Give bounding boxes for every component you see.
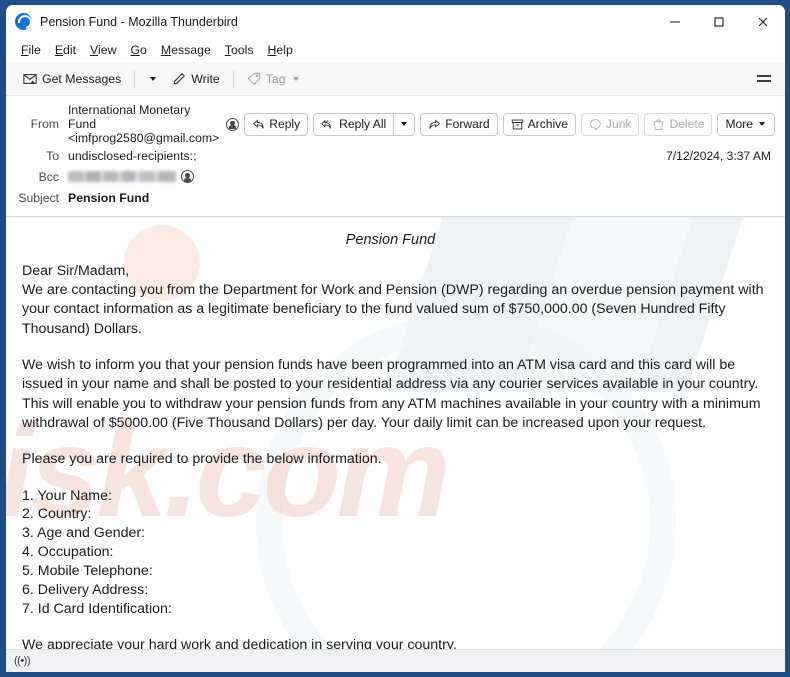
reply-all-icon (321, 118, 335, 131)
maximize-icon[interactable] (697, 5, 741, 38)
chevron-down-icon (292, 76, 299, 81)
delete-button: Delete (644, 112, 713, 136)
body-paragraph-2: We wish to inform you that your pension … (22, 356, 761, 431)
get-messages-icon (23, 72, 37, 86)
header-row-from: From International Monetary Fund <imfpro… (16, 103, 775, 145)
get-messages-dropdown[interactable] (141, 73, 165, 85)
reply-all-button[interactable]: Reply All (313, 112, 394, 136)
body-paragraph-4: We appreciate your hard work and dedicat… (22, 637, 457, 649)
menu-view[interactable]: View (83, 41, 123, 59)
list-item: 6. Delivery Address: (22, 582, 149, 599)
list-item: 7. Id Card Identification: (22, 601, 172, 618)
minimize-icon[interactable] (653, 5, 697, 38)
forward-button[interactable]: Forward (420, 112, 498, 136)
menu-tools[interactable]: Tools (218, 41, 261, 59)
body-salutation: Dear Sir/Madam, (22, 262, 130, 279)
archive-label: Archive (527, 117, 568, 131)
chevron-down-icon (150, 76, 157, 81)
from-label: From (30, 117, 59, 131)
menu-bar: File Edit View Go Message Tools Help (6, 38, 785, 62)
requested-information-list: 1. Your Name: 2. Country: 3. Age and Gen… (22, 487, 769, 620)
get-messages-label: Get Messages (42, 71, 122, 86)
close-icon[interactable] (741, 5, 785, 38)
trash-icon (652, 118, 665, 131)
reply-icon (252, 118, 265, 131)
list-item: 5. Mobile Telephone: (22, 563, 153, 580)
archive-icon (511, 118, 524, 131)
hamburger-menu-icon[interactable] (749, 70, 779, 87)
header-row-to: To undisclosed-recipients:; 7/12/2024, 3… (16, 145, 775, 166)
tag-label: Tag (265, 71, 286, 86)
message-body: isk.com Pension Fund Dear Sir/Madam, We … (6, 217, 785, 649)
body-paragraph-1: We are contacting you from the Departmen… (22, 282, 764, 337)
thunderbird-logo-icon (15, 13, 32, 30)
contact-avatar-icon[interactable] (226, 117, 240, 131)
subject-label: Subject (18, 190, 59, 205)
forward-icon (428, 118, 441, 131)
header-row-bcc: Bcc (16, 166, 775, 187)
toolbar-separator (232, 69, 234, 88)
delete-label: Delete (669, 117, 705, 131)
tag-icon (247, 72, 261, 86)
body-paragraph-3: Please you are required to provide the b… (22, 451, 382, 468)
menu-message[interactable]: Message (154, 41, 218, 59)
broadcast-icon[interactable]: ((•)) (14, 655, 31, 667)
reply-button[interactable]: Reply (244, 112, 309, 136)
reply-label: Reply (269, 117, 301, 131)
junk-label: Junk (605, 117, 632, 131)
forward-label: Forward (445, 117, 490, 131)
main-toolbar: Get Messages Write Tag (6, 62, 785, 96)
message-date: 7/12/2024, 3:37 AM (666, 148, 771, 163)
subject-value: Pension Fund (68, 190, 150, 205)
reply-all-dropdown[interactable] (393, 112, 416, 136)
more-label: More (725, 117, 753, 131)
toolbar-separator (134, 69, 136, 88)
menu-edit[interactable]: Edit (48, 41, 83, 59)
reply-all-label: Reply All (339, 117, 387, 131)
menu-go[interactable]: Go (123, 41, 153, 59)
list-item: 3. Age and Gender: (22, 525, 146, 542)
status-bar: ((•)) (6, 649, 785, 672)
junk-icon (589, 118, 602, 131)
window-controls (653, 5, 785, 38)
write-button[interactable]: Write (165, 68, 226, 90)
list-item: 4. Occupation: (22, 544, 114, 561)
list-item: 1. Your Name: (22, 487, 112, 504)
chevron-down-icon (401, 122, 408, 126)
menu-help[interactable]: Help (261, 41, 300, 59)
archive-button[interactable]: Archive (502, 112, 576, 136)
body-title: Pension Fund (345, 232, 436, 248)
contact-avatar-icon[interactable] (181, 170, 194, 183)
message-action-buttons: Reply Reply All Forward Archive Junk Del… (239, 112, 775, 136)
more-button[interactable]: More (717, 112, 775, 136)
bcc-value-group (68, 170, 194, 183)
window-client-area: Pension Fund - Mozilla Thunderbird File … (6, 5, 785, 672)
message-header: From International Monetary Fund <imfpro… (6, 96, 785, 217)
header-row-subject: Subject Pension Fund (16, 187, 775, 208)
title-bar: Pension Fund - Mozilla Thunderbird (6, 5, 785, 38)
from-value[interactable]: International Monetary Fund <imfprog2580… (68, 103, 221, 145)
write-label: Write (191, 71, 220, 86)
to-value[interactable]: undisclosed-recipients:; (68, 149, 197, 163)
from-value-group: International Monetary Fund <imfprog2580… (68, 103, 240, 145)
pencil-icon (172, 72, 186, 86)
tag-button[interactable]: Tag (240, 68, 308, 90)
message-body-content: Pension Fund Dear Sir/Madam, We are cont… (22, 231, 769, 649)
list-item: 2. Country: (22, 506, 92, 523)
bcc-label: Bcc (38, 169, 59, 184)
get-messages-button[interactable]: Get Messages (16, 68, 128, 90)
thunderbird-window: Pension Fund - Mozilla Thunderbird File … (0, 0, 790, 677)
subject-value-group: Pension Fund (68, 191, 149, 205)
to-label: To (46, 148, 59, 163)
junk-button: Junk (580, 112, 640, 136)
chevron-down-icon (759, 122, 765, 126)
to-value-group: undisclosed-recipients:; (68, 149, 197, 163)
menu-file[interactable]: File (14, 41, 48, 59)
bcc-value-redacted[interactable] (68, 171, 176, 182)
window-title: Pension Fund - Mozilla Thunderbird (40, 14, 238, 29)
